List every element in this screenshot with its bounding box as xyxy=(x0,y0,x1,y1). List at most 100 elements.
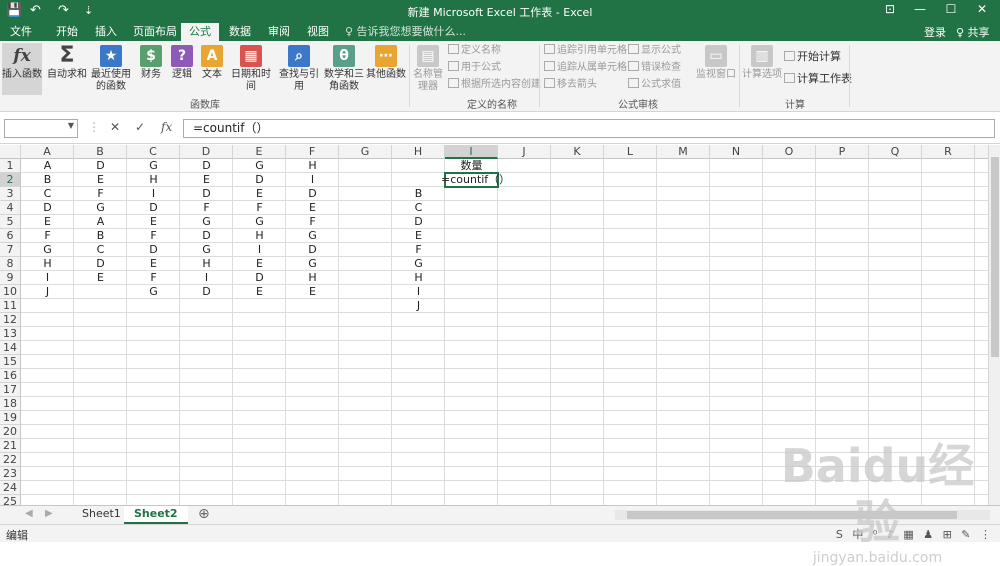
row-header-24[interactable]: 24 xyxy=(0,481,21,495)
cell-b3[interactable]: F xyxy=(74,187,127,201)
evaluate-formula-button[interactable]: 公式求值 xyxy=(628,78,681,92)
column-header-r[interactable]: R xyxy=(922,145,975,159)
cell-h5[interactable]: D xyxy=(392,215,445,229)
cell-a3[interactable]: C xyxy=(21,187,74,201)
row-header-11[interactable]: 11 xyxy=(0,299,21,313)
cell-a7[interactable]: G xyxy=(21,243,74,257)
logical-button[interactable]: ? 逻辑 xyxy=(168,43,196,95)
row-header-8[interactable]: 8 xyxy=(0,257,21,271)
tab-file[interactable]: 文件 xyxy=(8,24,34,39)
recently-used-button[interactable]: ★ 最近使用的函数 xyxy=(88,43,134,95)
cell-b6[interactable]: B xyxy=(74,229,127,243)
cell-f2[interactable]: I xyxy=(286,173,339,187)
show-formulas-button[interactable]: 显示公式 xyxy=(628,44,681,58)
cell-e1[interactable]: G xyxy=(233,159,286,173)
cell-f5[interactable]: F xyxy=(286,215,339,229)
select-all-corner[interactable] xyxy=(0,145,21,159)
cell-c3[interactable]: I xyxy=(127,187,180,201)
formula-input[interactable]: =countif（） xyxy=(183,119,995,138)
cell-f1[interactable]: H xyxy=(286,159,339,173)
cancel-button[interactable]: ✕ xyxy=(110,120,120,134)
cell-f6[interactable]: G xyxy=(286,229,339,243)
cell-c5[interactable]: E xyxy=(127,215,180,229)
cell-f4[interactable]: E xyxy=(286,201,339,215)
cell-d3[interactable]: D xyxy=(180,187,233,201)
tab-insert[interactable]: 插入 xyxy=(93,24,119,39)
row-header-10[interactable]: 10 xyxy=(0,285,21,299)
calculate-sheet-button[interactable]: 计算工作表 xyxy=(784,72,852,86)
cell-f8[interactable]: G xyxy=(286,257,339,271)
cell-h6[interactable]: E xyxy=(392,229,445,243)
cell-c6[interactable]: F xyxy=(127,229,180,243)
cell-h10[interactable]: I xyxy=(392,285,445,299)
login-link[interactable]: 登录 xyxy=(924,24,946,40)
cell-b2[interactable]: E xyxy=(74,173,127,187)
row-header-2[interactable]: 2 xyxy=(0,173,21,187)
cell-b5[interactable]: A xyxy=(74,215,127,229)
cell-c9[interactable]: F xyxy=(127,271,180,285)
close-button[interactable]: ✕ xyxy=(967,2,997,16)
cell-h9[interactable]: H xyxy=(392,271,445,285)
insert-function-button[interactable]: fx 插入函数 xyxy=(2,43,42,95)
financial-button[interactable]: $ 财务 xyxy=(136,43,166,95)
cell-a9[interactable]: I xyxy=(21,271,74,285)
cell-c8[interactable]: E xyxy=(127,257,180,271)
column-header-j[interactable]: J xyxy=(498,145,551,159)
cell-b4[interactable]: G xyxy=(74,201,127,215)
cell-h8[interactable]: G xyxy=(392,257,445,271)
watch-window-button[interactable]: ▭ 监视窗口 xyxy=(696,43,736,95)
cell-d4[interactable]: F xyxy=(180,201,233,215)
column-header-e[interactable]: E xyxy=(233,145,286,159)
cell-c10[interactable]: G xyxy=(127,285,180,299)
cell-c4[interactable]: D xyxy=(127,201,180,215)
cell-f9[interactable]: H xyxy=(286,271,339,285)
row-header-21[interactable]: 21 xyxy=(0,439,21,453)
lookup-reference-button[interactable]: ⌕ 查找与引用 xyxy=(276,43,322,95)
column-header-n[interactable]: N xyxy=(710,145,763,159)
column-header-i[interactable]: I xyxy=(445,145,498,159)
name-box[interactable]: ▼ xyxy=(4,119,78,138)
cell-b1[interactable]: D xyxy=(74,159,127,173)
row-header-7[interactable]: 7 xyxy=(0,243,21,257)
insert-function-icon[interactable]: fx xyxy=(161,120,172,134)
tab-data[interactable]: 数据 xyxy=(227,24,253,39)
cell-a6[interactable]: F xyxy=(21,229,74,243)
cell-d1[interactable]: D xyxy=(180,159,233,173)
cell-d6[interactable]: D xyxy=(180,229,233,243)
trace-dependents-button[interactable]: 追踪从属单元格 xyxy=(544,61,627,75)
maximize-button[interactable]: ☐ xyxy=(936,2,966,16)
tab-formulas[interactable]: 公式 xyxy=(181,23,219,41)
tab-home[interactable]: 开始 xyxy=(54,24,80,39)
share-button[interactable]: ♀ 共享 xyxy=(956,24,990,40)
cell-e4[interactable]: F xyxy=(233,201,286,215)
cell-e5[interactable]: G xyxy=(233,215,286,229)
row-header-20[interactable]: 20 xyxy=(0,425,21,439)
cell-b9[interactable]: E xyxy=(74,271,127,285)
tab-page-layout[interactable]: 页面布局 xyxy=(131,24,179,39)
row-header-1[interactable]: 1 xyxy=(0,159,21,173)
column-header-k[interactable]: K xyxy=(551,145,604,159)
row-header-14[interactable]: 14 xyxy=(0,341,21,355)
row-header-16[interactable]: 16 xyxy=(0,369,21,383)
cell-h11[interactable]: J xyxy=(392,299,445,313)
cell-d9[interactable]: I xyxy=(180,271,233,285)
cell-a1[interactable]: A xyxy=(21,159,74,173)
define-name-button[interactable]: 定义名称 xyxy=(448,44,501,58)
column-header-f[interactable]: F xyxy=(286,145,339,159)
column-header-l[interactable]: L xyxy=(604,145,657,159)
row-header-12[interactable]: 12 xyxy=(0,313,21,327)
cell-d5[interactable]: G xyxy=(180,215,233,229)
math-trig-button[interactable]: θ 数学和三角函数 xyxy=(324,43,364,95)
row-header-9[interactable]: 9 xyxy=(0,271,21,285)
cell-a5[interactable]: E xyxy=(21,215,74,229)
cell-f10[interactable]: E xyxy=(286,285,339,299)
cell-b8[interactable]: D xyxy=(74,257,127,271)
cell-e3[interactable]: E xyxy=(233,187,286,201)
sheet-tab-sheet1[interactable]: Sheet1 xyxy=(72,506,131,524)
column-header-o[interactable]: O xyxy=(763,145,816,159)
row-header-19[interactable]: 19 xyxy=(0,411,21,425)
cell-e10[interactable]: E xyxy=(233,285,286,299)
cell-e9[interactable]: D xyxy=(233,271,286,285)
column-header-b[interactable]: B xyxy=(74,145,127,159)
cell-a2[interactable]: B xyxy=(21,173,74,187)
